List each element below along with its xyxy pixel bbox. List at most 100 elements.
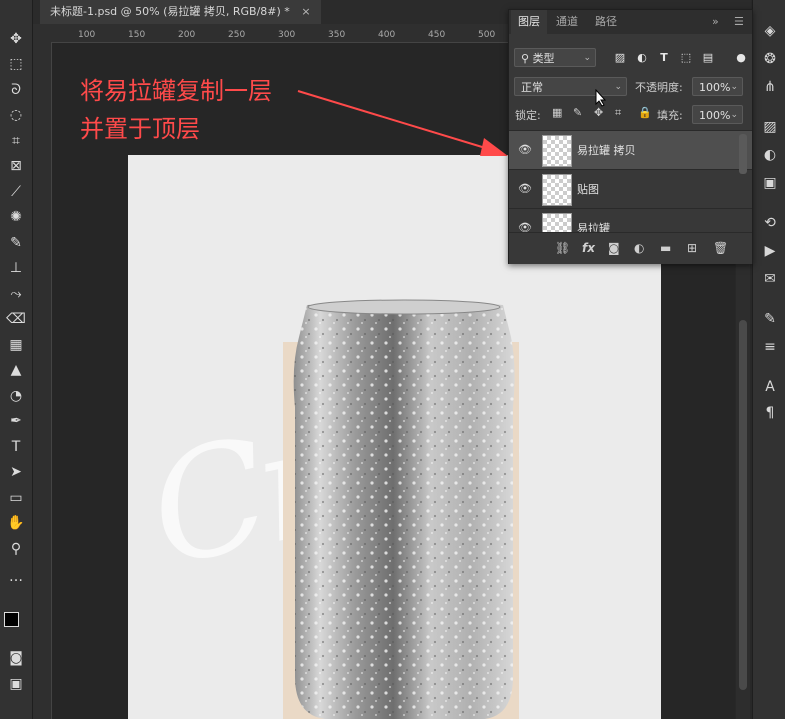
fill-value: 100%: [699, 109, 731, 122]
type-tool-icon[interactable]: T: [4, 436, 28, 458]
frame-tool-icon[interactable]: ⊠: [4, 155, 28, 177]
new-layer-icon[interactable]: ⊞: [687, 241, 697, 255]
layer-row-can-copy[interactable]: 👁 易拉罐 拷贝: [509, 130, 752, 169]
opacity-input[interactable]: 100% ⌄: [692, 77, 743, 96]
link-icon[interactable]: ⛓: [555, 241, 570, 255]
lock-transparent-icon[interactable]: ▦: [552, 106, 562, 119]
chevron-down-icon: ⌄: [583, 53, 591, 63]
zoom-tool-icon[interactable]: ⚲: [4, 538, 28, 560]
canvas-scrollbar-thumb[interactable]: [739, 320, 747, 690]
panel-menu-icon[interactable]: ☰: [734, 15, 744, 28]
filter-type-label: 类型: [532, 52, 555, 65]
filter-toggle-icon[interactable]: ●: [733, 51, 749, 65]
stamp-tool-icon[interactable]: ⊥: [4, 257, 28, 279]
move-tool-icon[interactable]: ✥: [4, 28, 28, 50]
channels-dock-icon[interactable]: ❂: [760, 50, 780, 68]
brush-tool-icon[interactable]: ✎: [4, 232, 28, 254]
layer-list-scrollbar[interactable]: [739, 134, 747, 174]
fx-icon[interactable]: fx: [582, 241, 595, 255]
tab-layers[interactable]: 图层: [511, 10, 547, 34]
eye-icon[interactable]: 👁: [518, 221, 532, 232]
path-select-tool-icon[interactable]: ➤: [4, 461, 28, 483]
marquee-tool-icon[interactable]: ⬚: [4, 53, 28, 75]
shape-filter-icon[interactable]: ⬚: [678, 51, 694, 65]
document-tab-title: 未标题-1.psd @ 50% (易拉罐 拷贝, RGB/8#) *: [50, 5, 290, 18]
layer-thumbnail: [542, 174, 572, 206]
opacity-label: 不透明度:: [635, 81, 683, 94]
pixel-filter-icon[interactable]: ▨: [612, 51, 628, 65]
layers-dock-icon[interactable]: ◈: [760, 22, 780, 40]
blur-tool-icon[interactable]: ▲: [4, 359, 28, 381]
layers-panel-footer: ⛓ fx ◙ ◐ ▬ ⊞ 🗑: [509, 232, 752, 264]
lock-all-icon[interactable]: 🔒: [638, 106, 652, 119]
fill-input[interactable]: 100% ⌄: [692, 105, 743, 124]
layer-row-can[interactable]: 👁 易拉罐: [509, 208, 752, 232]
adjustment-filter-icon[interactable]: ◐: [634, 51, 650, 65]
blend-mode-select[interactable]: 正常 ⌄: [514, 77, 627, 96]
foreground-color-swatch[interactable]: [4, 612, 19, 627]
trash-icon[interactable]: 🗑: [713, 241, 728, 255]
smart-object-filter-icon[interactable]: ▤: [700, 51, 716, 65]
pen-tool-icon[interactable]: ✒: [4, 410, 28, 432]
paths-dock-icon[interactable]: ⋔: [760, 78, 780, 96]
eraser-tool-icon[interactable]: ⌫: [4, 308, 28, 330]
eye-icon[interactable]: 👁: [518, 143, 532, 156]
character-dock-icon[interactable]: A: [760, 378, 780, 396]
lock-image-icon[interactable]: ✎: [573, 106, 582, 119]
history-brush-icon[interactable]: ⤳: [4, 283, 28, 305]
type-filter-icon[interactable]: T: [656, 51, 672, 65]
close-icon[interactable]: ×: [301, 5, 310, 18]
annotation-line-1: 将易拉罐复制一层: [80, 77, 272, 105]
image-dock-icon[interactable]: ▨: [760, 118, 780, 136]
mask-icon[interactable]: ◙: [608, 241, 620, 255]
screen-mode-icon[interactable]: ▣: [4, 673, 28, 695]
filter-type-select[interactable]: ⚲ 类型 ⌄: [514, 48, 596, 67]
annotation-text: 将易拉罐复制一层 并置于顶层: [80, 72, 272, 148]
folder-icon[interactable]: ▬: [660, 241, 671, 255]
ruler-tick: 350: [328, 30, 346, 40]
more-tools-icon[interactable]: …: [4, 566, 28, 588]
actions-dock-icon[interactable]: ▶: [760, 242, 780, 260]
ruler-tick: 450: [428, 30, 446, 40]
lasso-tool-icon[interactable]: ᘐ: [4, 79, 28, 101]
quick-select-tool-icon[interactable]: ◌: [4, 104, 28, 126]
lock-position-icon[interactable]: ✥: [594, 106, 603, 119]
gradient-tool-icon[interactable]: ▦: [4, 334, 28, 356]
ruler-tick: 100: [78, 30, 96, 40]
properties-dock-icon[interactable]: ≡: [760, 338, 780, 356]
adjustment-icon[interactable]: ◐: [634, 241, 644, 255]
history-dock-icon[interactable]: ⟲: [760, 214, 780, 232]
paragraph-dock-icon[interactable]: ¶: [760, 404, 780, 422]
hand-tool-icon[interactable]: ✋: [4, 512, 28, 534]
search-icon: ⚲: [521, 52, 533, 65]
right-dock: ◈ ❂ ⋔ ▨ ◐ ▣ ⟲ ▶ ✉ ✎ ≡ A ¶: [752, 0, 785, 719]
dodge-tool-icon[interactable]: ◔: [4, 385, 28, 407]
lock-artboard-icon[interactable]: ⌗: [615, 106, 621, 120]
tools-panel: ✥ ⬚ ᘐ ◌ ⌗ ⊠ ⟋ ✺ ✎ ⊥ ⤳ ⌫ ▦ ▲ ◔ ✒ T ➤ ▭ ✋ …: [0, 0, 33, 719]
layers-panel: 图层 通道 路径 » ☰ ⚲ 类型 ⌄ ▨ ◐ T ⬚ ▤ ● 正常 ⌄ 不透明…: [508, 9, 753, 264]
ruler-tick: 250: [228, 30, 246, 40]
layer-row-decal[interactable]: 👁 贴图: [509, 169, 752, 208]
collapse-panel-icon[interactable]: »: [712, 15, 719, 28]
ruler-tick: 400: [378, 30, 396, 40]
eyedropper-tool-icon[interactable]: ⟋: [4, 181, 28, 203]
chevron-down-icon: ⌄: [730, 110, 738, 120]
rectangle-tool-icon[interactable]: ▭: [4, 487, 28, 509]
healing-tool-icon[interactable]: ✺: [4, 206, 28, 228]
tab-paths[interactable]: 路径: [588, 10, 624, 34]
crop-tool-icon[interactable]: ⌗: [4, 130, 28, 152]
adjustments-dock-icon[interactable]: ◐: [760, 146, 780, 164]
brushes-dock-icon[interactable]: ✎: [760, 310, 780, 328]
layer-name: 易拉罐 拷贝: [577, 144, 636, 157]
annotation-arrow: [297, 90, 508, 156]
mask-dock-icon[interactable]: ▣: [760, 174, 780, 192]
comments-dock-icon[interactable]: ✉: [760, 270, 780, 288]
quick-mask-icon[interactable]: ◙: [4, 647, 28, 669]
ruler-tick: 500: [478, 30, 496, 40]
mouse-cursor-icon: [595, 89, 607, 107]
document-tab[interactable]: 未标题-1.psd @ 50% (易拉罐 拷贝, RGB/8#) * ×: [40, 0, 321, 24]
tab-channels[interactable]: 通道: [549, 10, 585, 34]
layer-list[interactable]: 👁 易拉罐 拷贝 👁 贴图 👁 易拉罐: [509, 130, 752, 232]
layer-thumbnail: [542, 213, 572, 232]
eye-icon[interactable]: 👁: [518, 182, 532, 195]
